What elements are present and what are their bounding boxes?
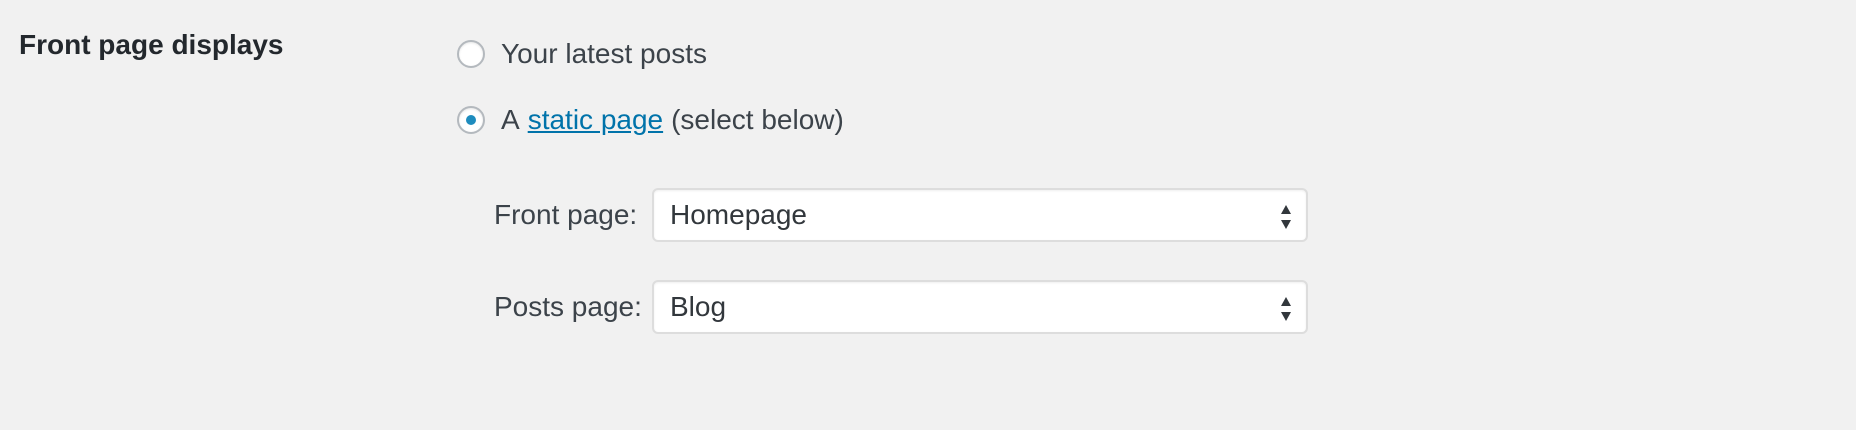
static-page-option[interactable]: A static page (select below) — [457, 100, 844, 140]
posts-page-label: Posts page: — [494, 291, 642, 322]
front-page-setting-row: Front page displays Your latest posts A … — [0, 0, 1856, 430]
posts-page-selected-value: Blog — [670, 291, 727, 322]
select-arrows-icon — [1281, 297, 1291, 321]
front-page-label: Front page: — [494, 199, 638, 230]
static-page-suffix: (select below) — [671, 104, 844, 135]
posts-page-select-row: Posts page: Blog — [494, 280, 1308, 334]
front-page-select-row: Front page: Homepage — [494, 188, 1308, 242]
front-page-select[interactable]: Homepage — [652, 188, 1308, 242]
static-page-link[interactable]: static page — [528, 104, 663, 136]
static-page-prefix: A — [501, 104, 520, 135]
latest-posts-radio[interactable] — [457, 40, 485, 68]
select-arrows-icon — [1281, 205, 1291, 229]
posts-page-select[interactable]: Blog — [652, 280, 1308, 334]
latest-posts-label[interactable]: Your latest posts — [501, 38, 707, 70]
front-page-selected-value: Homepage — [670, 199, 807, 230]
latest-posts-option[interactable]: Your latest posts — [457, 34, 707, 74]
setting-heading: Front page displays — [19, 29, 284, 60]
static-page-radio[interactable] — [457, 106, 485, 134]
